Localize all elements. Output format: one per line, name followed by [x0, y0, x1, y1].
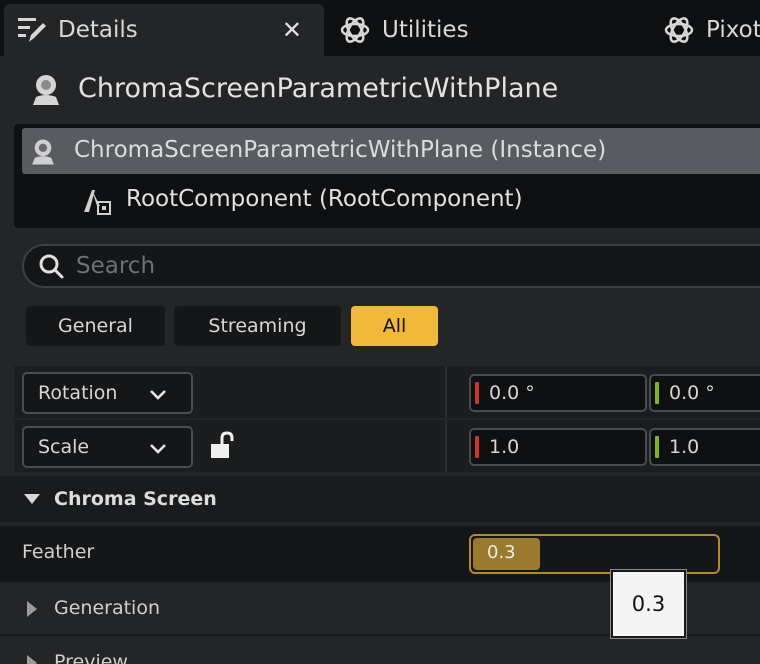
scale-x-field[interactable]: 1.0 — [469, 428, 647, 466]
feather-label: Feather — [22, 541, 95, 563]
actor-icon — [28, 137, 58, 167]
section-chroma-screen[interactable]: Chroma Screen — [0, 476, 760, 522]
component-tree: ChromaScreenParametricWithPlane (Instanc… — [14, 124, 760, 228]
tab-details[interactable]: Details ✕ — [4, 4, 324, 56]
scale-dropdown[interactable]: Scale — [22, 426, 193, 468]
triangle-right-icon — [22, 653, 42, 664]
rotation-label: Rotation — [38, 382, 118, 404]
triangle-down-icon — [22, 489, 42, 509]
filter-streaming[interactable]: Streaming — [174, 306, 341, 346]
feather-value: 0.3 — [487, 542, 516, 563]
pencil-details-icon — [14, 13, 48, 47]
tab-pixot[interactable]: Pixot — [652, 4, 760, 56]
tab-details-label: Details — [58, 17, 138, 43]
tab-utilities-label: Utilities — [382, 17, 469, 43]
utilities-icon — [662, 13, 696, 47]
chevron-down-icon — [147, 437, 169, 459]
section-title: Preview — [54, 651, 128, 664]
details-panel: ChromaScreenParametricWithPlane ChromaSc… — [0, 56, 760, 664]
scale-x-value: 1.0 — [489, 436, 520, 458]
component-item-instance[interactable]: ChromaScreenParametricWithPlane (Instanc… — [22, 128, 760, 174]
triangle-right-icon — [22, 599, 42, 619]
search-bar[interactable] — [22, 244, 760, 288]
rotation-x-field[interactable]: 0.0 ° — [469, 374, 647, 412]
chevron-down-icon — [147, 383, 169, 405]
rotation-x-value: 0.0 ° — [489, 382, 535, 404]
filter-all[interactable]: All — [351, 306, 438, 346]
value-tooltip: 0.3 — [611, 570, 686, 638]
component-instance-label: ChromaScreenParametricWithPlane (Instanc… — [74, 137, 607, 163]
rotation-y-field[interactable]: 0.0 ° — [649, 374, 760, 412]
component-item-root[interactable]: RootComponent (RootComponent) — [80, 179, 523, 219]
unlock-icon[interactable] — [208, 430, 238, 462]
scene-component-icon — [80, 182, 114, 216]
tab-utilities[interactable]: Utilities — [328, 4, 469, 56]
search-icon — [36, 251, 66, 281]
rotation-y-value: 0.0 ° — [669, 382, 715, 404]
component-root-label: RootComponent (RootComponent) — [126, 186, 523, 212]
actor-header: ChromaScreenParametricWithPlane — [0, 56, 760, 124]
filter-general[interactable]: General — [26, 306, 165, 346]
section-preview[interactable]: Preview — [0, 638, 760, 664]
section-title: Chroma Screen — [54, 488, 217, 510]
column-divider — [445, 366, 447, 418]
utilities-icon — [338, 13, 372, 47]
scale-label: Scale — [38, 436, 90, 458]
rotation-dropdown[interactable]: Rotation — [22, 372, 193, 414]
scale-y-field[interactable]: 1.0 — [649, 428, 760, 466]
scale-y-value: 1.0 — [669, 436, 700, 458]
search-input[interactable] — [76, 253, 676, 279]
actor-name: ChromaScreenParametricWithPlane — [78, 73, 559, 104]
column-divider — [445, 420, 447, 472]
tab-pixot-label: Pixot — [706, 17, 760, 43]
y-axis-indicator — [655, 436, 659, 458]
y-axis-indicator — [655, 382, 659, 404]
x-axis-indicator — [475, 382, 479, 404]
x-axis-indicator — [475, 436, 479, 458]
feather-slider[interactable]: 0.3 — [469, 534, 720, 574]
tab-bar: Details ✕ Utilities Pixot — [0, 0, 760, 56]
actor-icon — [28, 72, 64, 108]
close-icon[interactable]: ✕ — [282, 16, 302, 44]
section-title: Generation — [54, 597, 160, 619]
